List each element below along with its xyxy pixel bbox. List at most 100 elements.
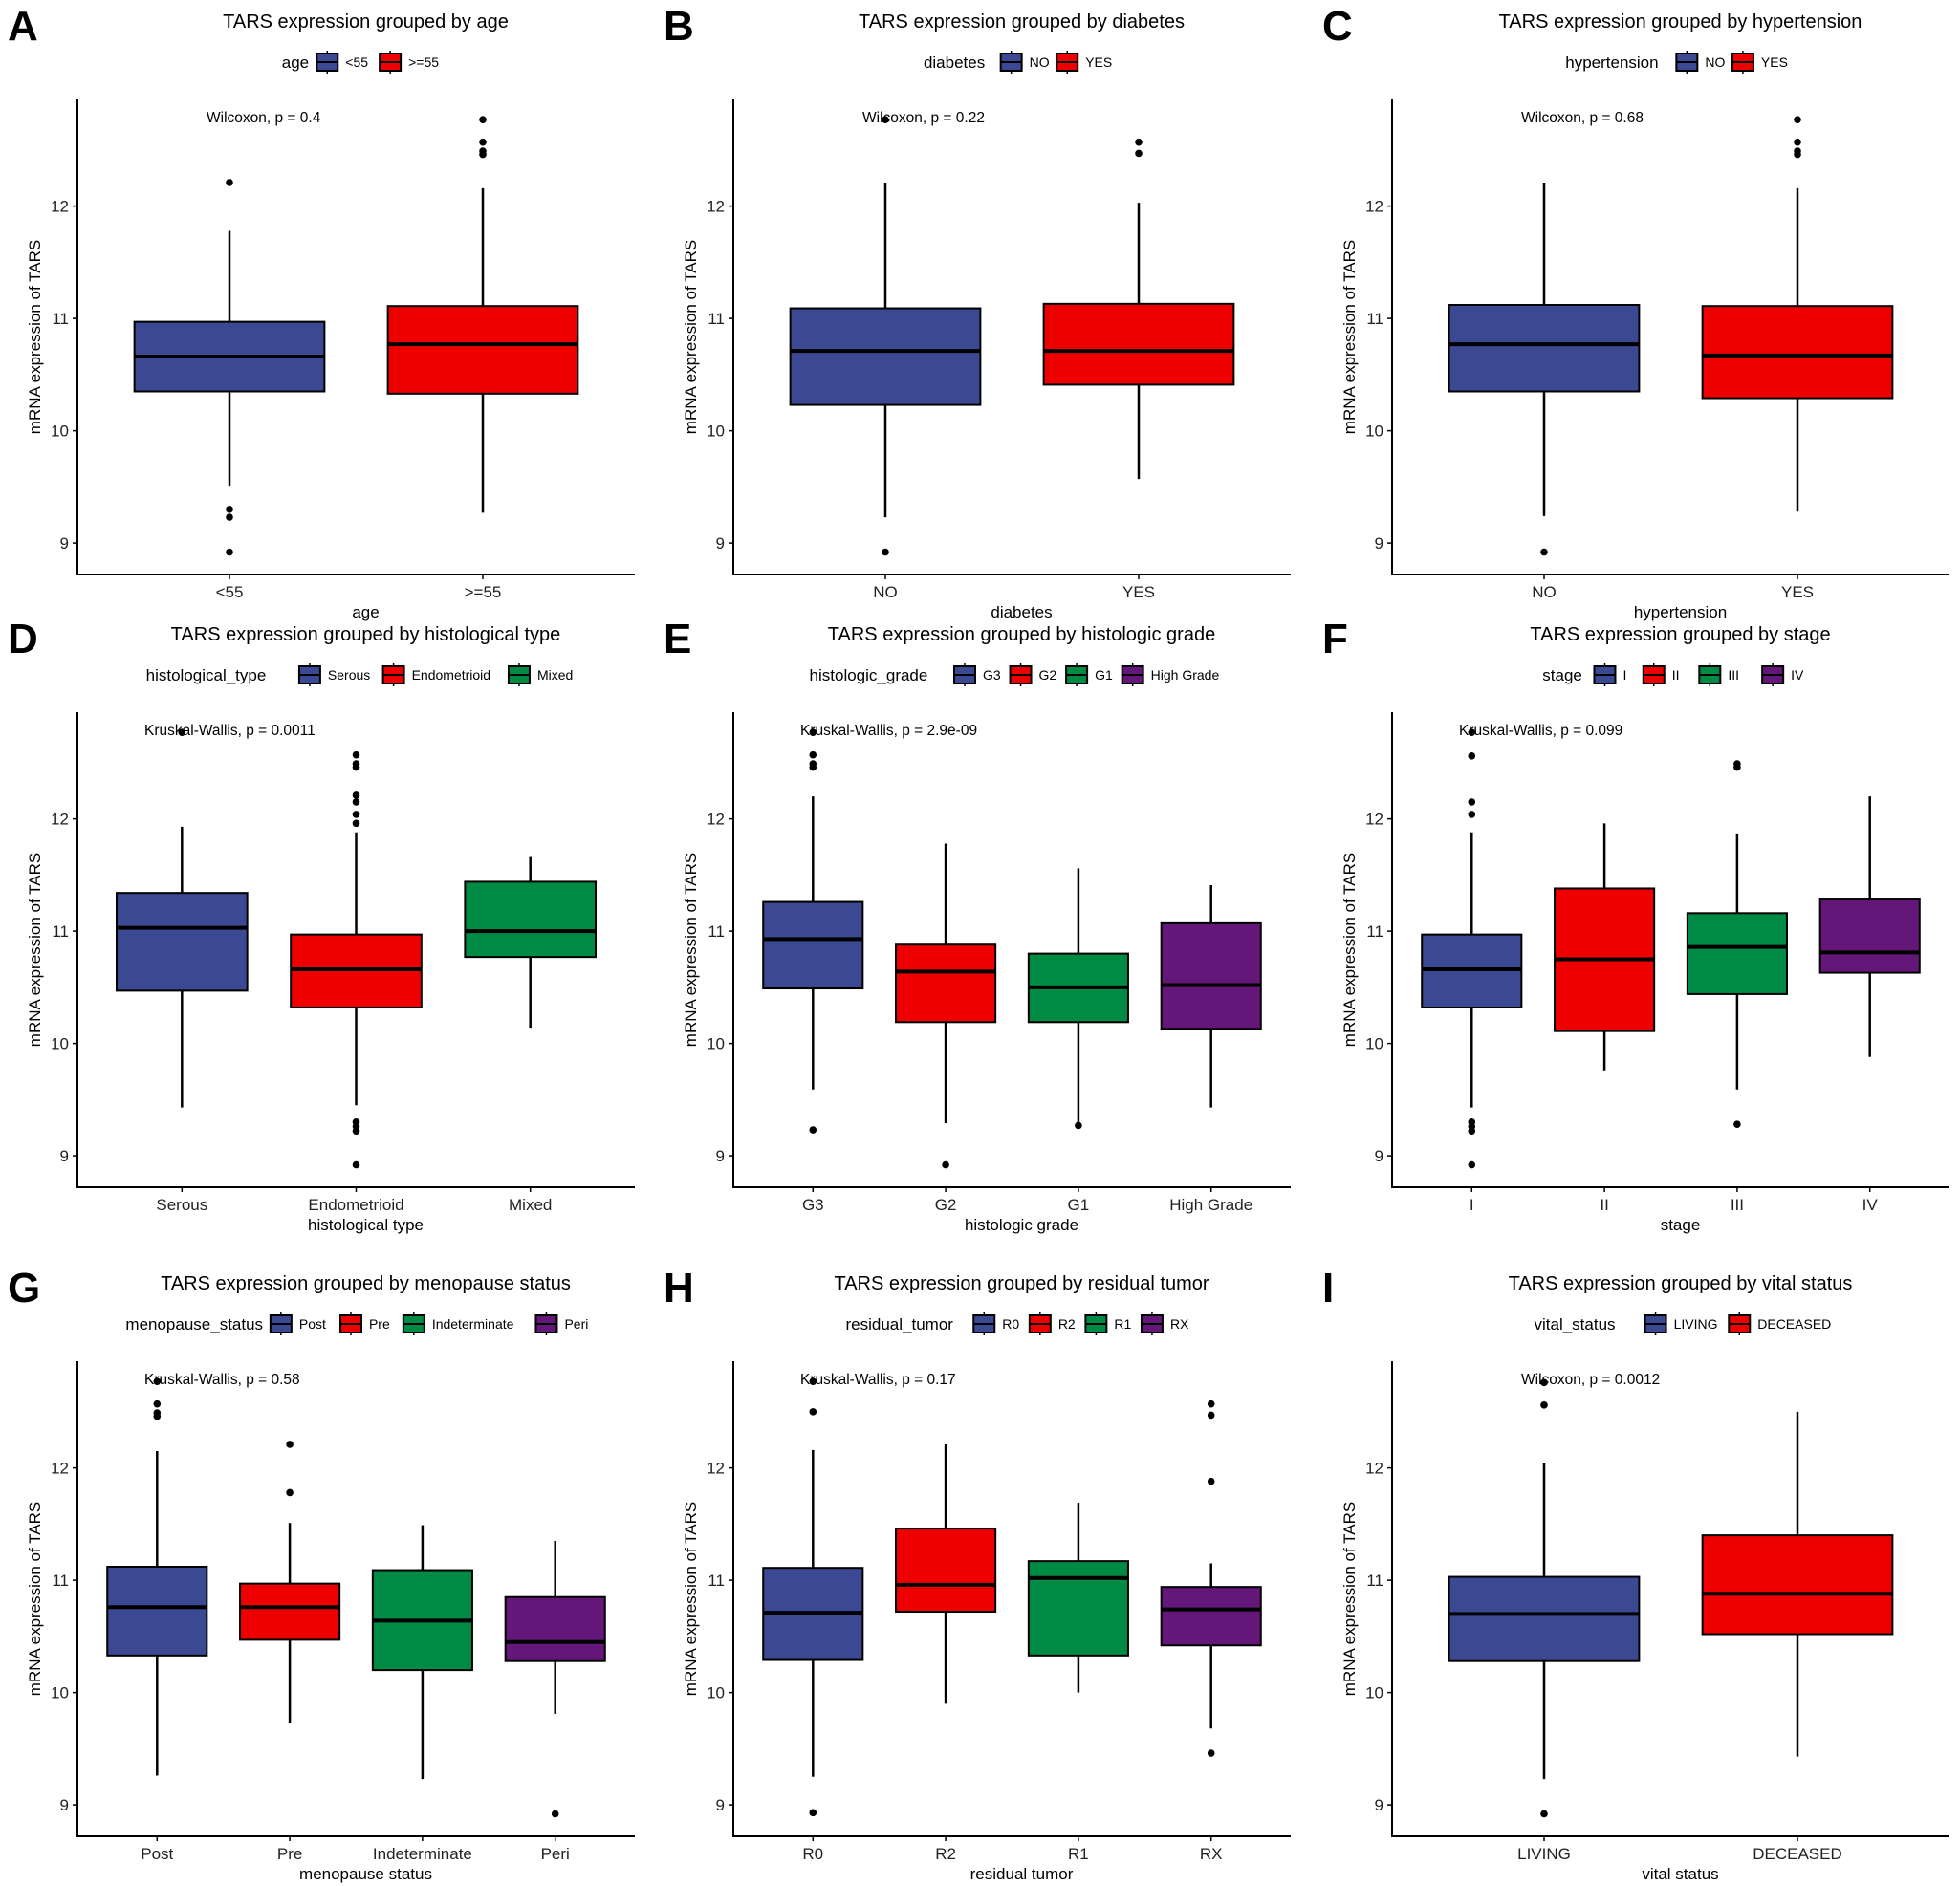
- x-axis-label: vital status: [1642, 1865, 1718, 1883]
- x-tick-label: II: [1600, 1196, 1608, 1214]
- legend-key-2: YES: [1731, 51, 1788, 74]
- iqr-box: [1686, 912, 1788, 995]
- outlier-point: [153, 1412, 162, 1420]
- y-tick-label: 10: [1365, 423, 1383, 441]
- y-tick-label: 9: [60, 1147, 69, 1165]
- box-endometrioid: [290, 750, 423, 1169]
- outlier-point: [1468, 811, 1476, 818]
- panel-label: G: [8, 1265, 40, 1312]
- box-high-grade: [1160, 884, 1262, 1108]
- y-tick-label: 12: [51, 198, 69, 216]
- y-axis-label: mRNA expression of TARS: [682, 853, 700, 1047]
- y-tick-label: 11: [52, 922, 69, 941]
- y-tick-label: 9: [1375, 1796, 1383, 1814]
- iqr-box: [1701, 1534, 1894, 1636]
- x-tick-label: G1: [1068, 1196, 1090, 1214]
- y-tick-label: 10: [707, 1035, 725, 1053]
- panel-h: H TARS expression grouped by residual tum…: [664, 1265, 1291, 1883]
- legend-key-2: II: [1642, 663, 1680, 686]
- outlier-point: [1207, 1477, 1215, 1485]
- legend-key-3: III: [1698, 663, 1739, 686]
- x-tick-label: G3: [802, 1196, 824, 1214]
- x-tick-label: RX: [1200, 1845, 1223, 1863]
- iqr-box: [239, 1582, 341, 1641]
- box-iv: [1818, 796, 1921, 1057]
- panel-label: F: [1322, 616, 1348, 662]
- box-pre: [239, 1441, 341, 1723]
- x-tick-label: NO: [873, 583, 898, 601]
- x-axis-label: diabetes: [991, 603, 1052, 621]
- outlier-point: [352, 798, 360, 806]
- outlier-point: [809, 763, 817, 771]
- p-value-annotation: Kruskal-Wallis, p = 0.0011: [144, 723, 316, 739]
- y-tick-label: 9: [716, 534, 725, 553]
- box-rx: [1160, 1399, 1262, 1757]
- panel-a: A TARS expression grouped by age age <55 >=5…: [8, 3, 635, 621]
- outlier-point: [1794, 138, 1801, 146]
- x-tick-label: Pre: [277, 1845, 302, 1863]
- legend: stage I II III IV: [1542, 663, 1804, 686]
- box--55: [386, 116, 579, 513]
- panel-label: E: [664, 616, 691, 662]
- iqr-box: [115, 892, 249, 992]
- panel-f: F TARS expression grouped by stagestage I I…: [1322, 616, 1949, 1234]
- legend-label: Serous: [328, 667, 370, 683]
- x-tick-label: YES: [1781, 583, 1814, 601]
- outlier-point: [1794, 150, 1801, 159]
- outlier-point: [226, 179, 233, 186]
- chart-title: TARS expression grouped by stage: [1530, 624, 1830, 645]
- outlier-point: [1540, 1401, 1548, 1409]
- legend-label: II: [1672, 667, 1680, 683]
- y-tick-label: 10: [1365, 1035, 1383, 1053]
- chart-title: TARS expression grouped by residual tumo…: [834, 1273, 1209, 1294]
- chart-title: TARS expression grouped by histologic gr…: [828, 624, 1215, 645]
- iqr-box: [1160, 1586, 1262, 1647]
- box-r2: [895, 1443, 997, 1704]
- legend-key-4: High Grade: [1121, 663, 1219, 686]
- x-tick-label: High Grade: [1169, 1196, 1252, 1214]
- box-peri: [504, 1540, 606, 1818]
- legend-label: Endometrioid: [412, 667, 490, 683]
- x-tick-label: G2: [935, 1196, 957, 1214]
- legend-key-1: <55: [316, 51, 368, 74]
- legend-key-3: G1: [1065, 663, 1113, 686]
- legend-label: G3: [983, 667, 1001, 683]
- legend-label: Peri: [564, 1316, 588, 1332]
- box-mixed: [464, 856, 598, 1029]
- iqr-box: [895, 943, 997, 1024]
- panel-label: I: [1322, 1265, 1334, 1312]
- legend-key-4: IV: [1761, 663, 1804, 686]
- y-tick-label: 12: [1365, 198, 1383, 216]
- outlier-point: [352, 819, 360, 828]
- p-value-annotation: Kruskal-Wallis, p = 2.9e-09: [800, 723, 977, 739]
- legend-title: diabetes: [924, 54, 985, 72]
- y-tick-label: 11: [1366, 922, 1383, 941]
- outlier-point: [1733, 1120, 1741, 1129]
- box-living: [1448, 1378, 1641, 1818]
- legend-label: IV: [1791, 667, 1804, 683]
- x-tick-label: Post: [141, 1845, 173, 1863]
- legend-key-1: NO: [1675, 51, 1725, 74]
- legend-key-2: G2: [1009, 663, 1056, 686]
- legend-label: G1: [1095, 667, 1113, 683]
- y-tick-label: 12: [1365, 1460, 1383, 1478]
- iqr-box: [386, 305, 579, 395]
- x-axis-label: menopause status: [299, 1865, 432, 1883]
- figure-grid: A TARS expression grouped by age age <55 >=5…: [8, 3, 1949, 1883]
- iqr-box: [1701, 305, 1894, 400]
- panel-label: H: [664, 1265, 694, 1312]
- y-tick-label: 11: [1366, 1572, 1383, 1590]
- outlier-point: [1540, 548, 1548, 556]
- legend: residual_tumor R0 R2 R1 RX: [846, 1312, 1189, 1335]
- legend-key-3: Mixed: [507, 663, 573, 686]
- panel-e: E TARS expression grouped by histologic g…: [664, 616, 1291, 1234]
- x-tick-label: R2: [935, 1845, 956, 1863]
- outlier-point: [1468, 1160, 1476, 1169]
- legend-label: RX: [1170, 1316, 1189, 1332]
- chart-title: TARS expression grouped by diabetes: [859, 11, 1185, 33]
- p-value-annotation: Wilcoxon, p = 0.22: [862, 110, 985, 126]
- legend-title: menopause_status: [125, 1315, 263, 1333]
- y-axis-label: mRNA expression of TARS: [1340, 853, 1359, 1047]
- legend-label: >=55: [408, 54, 439, 70]
- x-tick-label: IV: [1862, 1196, 1879, 1214]
